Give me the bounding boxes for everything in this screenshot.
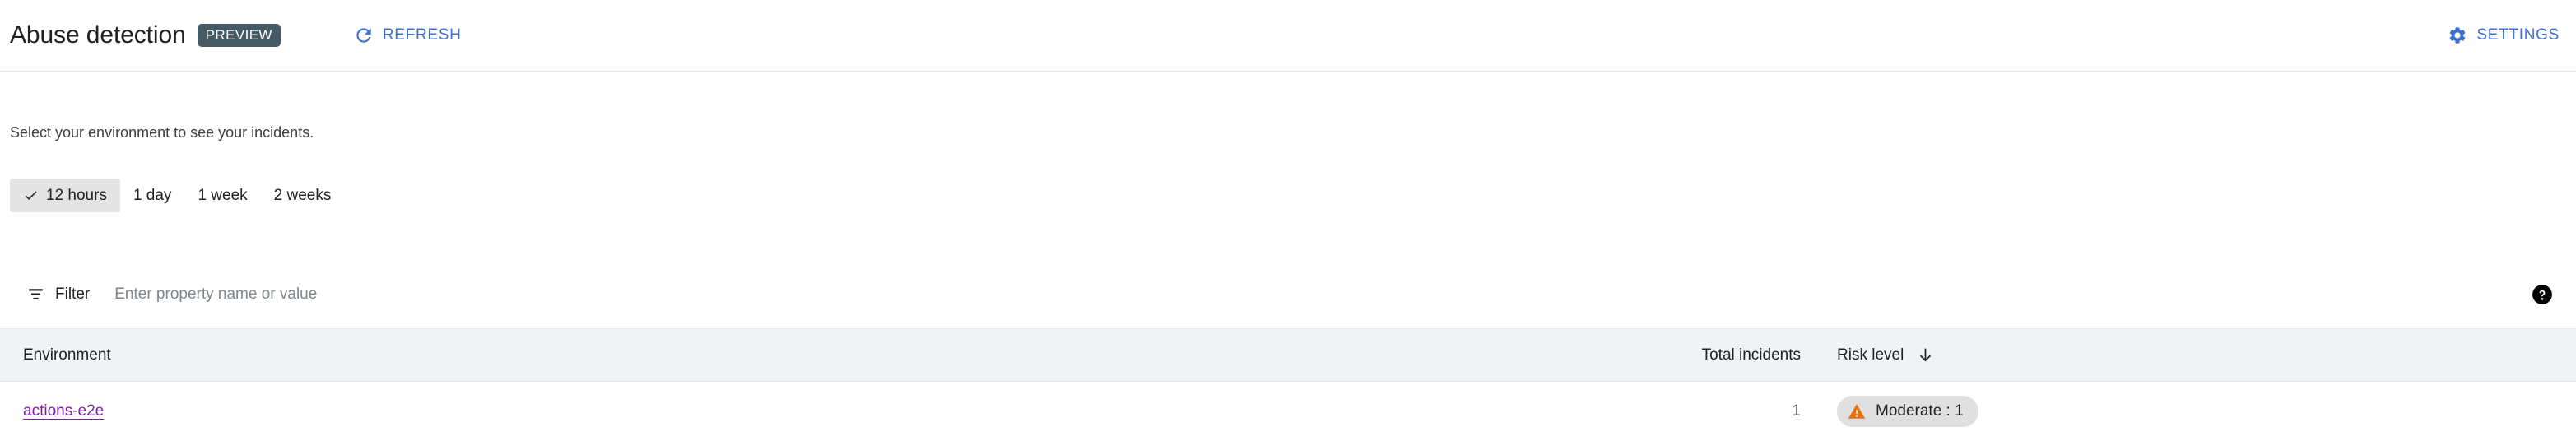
column-header-label: Risk level bbox=[1837, 346, 1904, 364]
time-range-option-label: 1 day bbox=[133, 186, 172, 204]
column-header-total-incidents[interactable]: Total incidents bbox=[1613, 346, 1801, 364]
warning-triangle-icon bbox=[1848, 404, 1866, 419]
gear-icon bbox=[2448, 26, 2467, 45]
page-header: Abuse detection PREVIEW REFRESH SETTINGS bbox=[0, 0, 2576, 72]
cell-environment: actions-e2e bbox=[0, 402, 1613, 420]
time-range-option-label: 12 hours bbox=[46, 186, 107, 204]
arrow-down-icon bbox=[1920, 348, 1932, 362]
time-range-option-label: 1 week bbox=[198, 186, 248, 204]
column-header-label: Total incidents bbox=[1701, 346, 1801, 364]
time-range-option-1-week[interactable]: 1 week bbox=[184, 179, 260, 212]
time-range-option-label: 2 weeks bbox=[273, 186, 332, 204]
abuse-detection-page: Abuse detection PREVIEW REFRESH SETTINGS… bbox=[0, 0, 2576, 441]
filter-bar: Filter bbox=[0, 260, 2576, 329]
settings-button[interactable]: SETTINGS bbox=[2448, 26, 2560, 45]
column-header-label: Environment bbox=[23, 346, 111, 364]
settings-label: SETTINGS bbox=[2476, 26, 2560, 44]
cell-risk-level: Moderate : 1 bbox=[1801, 396, 2576, 427]
preview-badge: PREVIEW bbox=[197, 24, 281, 47]
time-range-option-2-weeks[interactable]: 2 weeks bbox=[261, 179, 345, 212]
header-left-group: Abuse detection PREVIEW REFRESH bbox=[0, 0, 462, 71]
total-incidents-value: 1 bbox=[1792, 402, 1801, 420]
intro-text: Select your environment to see your inci… bbox=[10, 124, 314, 141]
time-range-option-1-day[interactable]: 1 day bbox=[120, 179, 184, 212]
filter-input[interactable] bbox=[114, 277, 691, 311]
column-header-environment[interactable]: Environment bbox=[0, 346, 1613, 364]
environment-link[interactable]: actions-e2e bbox=[23, 402, 104, 420]
page-title: Abuse detection bbox=[10, 21, 186, 49]
status-badge: Moderate : 1 bbox=[1837, 396, 1978, 427]
help-icon[interactable] bbox=[2532, 284, 2553, 305]
refresh-button[interactable]: REFRESH bbox=[353, 0, 462, 71]
incidents-table: Environment Total incidents Risk level a… bbox=[0, 329, 2576, 441]
table-row[interactable]: actions-e2e 1 Moderate : 1 bbox=[0, 382, 2576, 441]
refresh-label: REFRESH bbox=[382, 26, 462, 44]
time-range-selector: 12 hours 1 day 1 week 2 weeks bbox=[10, 179, 344, 212]
check-icon bbox=[25, 191, 37, 201]
table-header-row: Environment Total incidents Risk level bbox=[0, 329, 2576, 382]
filter-label: Filter bbox=[55, 285, 91, 303]
cell-total-incidents: 1 bbox=[1613, 402, 1801, 420]
column-header-risk-level[interactable]: Risk level bbox=[1801, 346, 2576, 364]
filter-icon[interactable] bbox=[26, 285, 45, 304]
status-badge-label: Moderate : 1 bbox=[1876, 402, 1964, 420]
refresh-icon bbox=[353, 25, 374, 46]
time-range-option-12-hours[interactable]: 12 hours bbox=[10, 179, 120, 212]
